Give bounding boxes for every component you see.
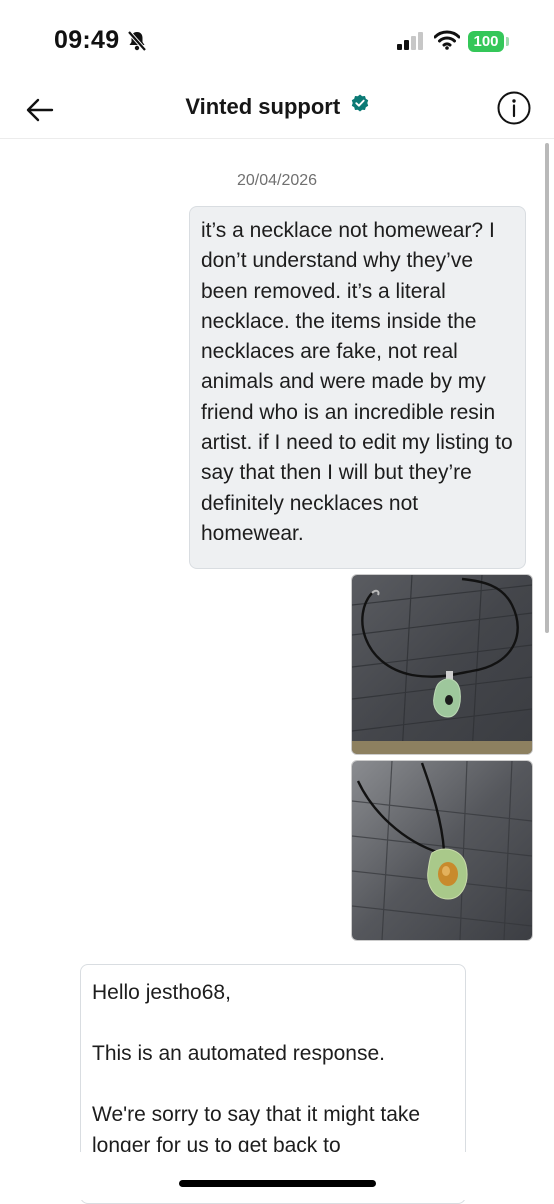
info-button[interactable] <box>496 90 532 126</box>
home-indicator[interactable] <box>179 1180 376 1187</box>
necklace-photo-icon <box>352 575 532 754</box>
attachment-photo-1[interactable] <box>351 574 533 755</box>
wifi-icon <box>433 30 461 55</box>
battery-indicator: 100 <box>468 31 504 52</box>
message-date: 20/04/2026 <box>236 172 318 189</box>
incoming-greeting: Hello jestho68, <box>92 981 231 1004</box>
verified-badge-icon <box>351 94 369 117</box>
necklace-photo-icon <box>352 761 532 940</box>
outgoing-message-text: it’s a necklace not homewear? I don’t un… <box>201 219 513 545</box>
attachment-photo-2[interactable] <box>351 760 533 941</box>
bell-slash-icon <box>127 30 147 57</box>
outgoing-message-bubble: it’s a necklace not homewear? I don’t un… <box>189 206 526 569</box>
status-bar: 09:49 100 <box>0 0 554 84</box>
page-title: Vinted support <box>185 94 341 119</box>
bottom-safe-area <box>0 1152 554 1200</box>
chat-header: Vinted support <box>0 84 554 139</box>
chat-scrollbar[interactable] <box>545 143 549 633</box>
header-title-group: Vinted support <box>0 94 554 120</box>
status-time: 09:49 <box>54 26 120 54</box>
info-circle-icon <box>497 91 531 125</box>
battery-cap <box>506 37 509 46</box>
incoming-line-1: This is an automated response. <box>92 1042 385 1065</box>
cellular-signal-icon <box>397 32 425 55</box>
